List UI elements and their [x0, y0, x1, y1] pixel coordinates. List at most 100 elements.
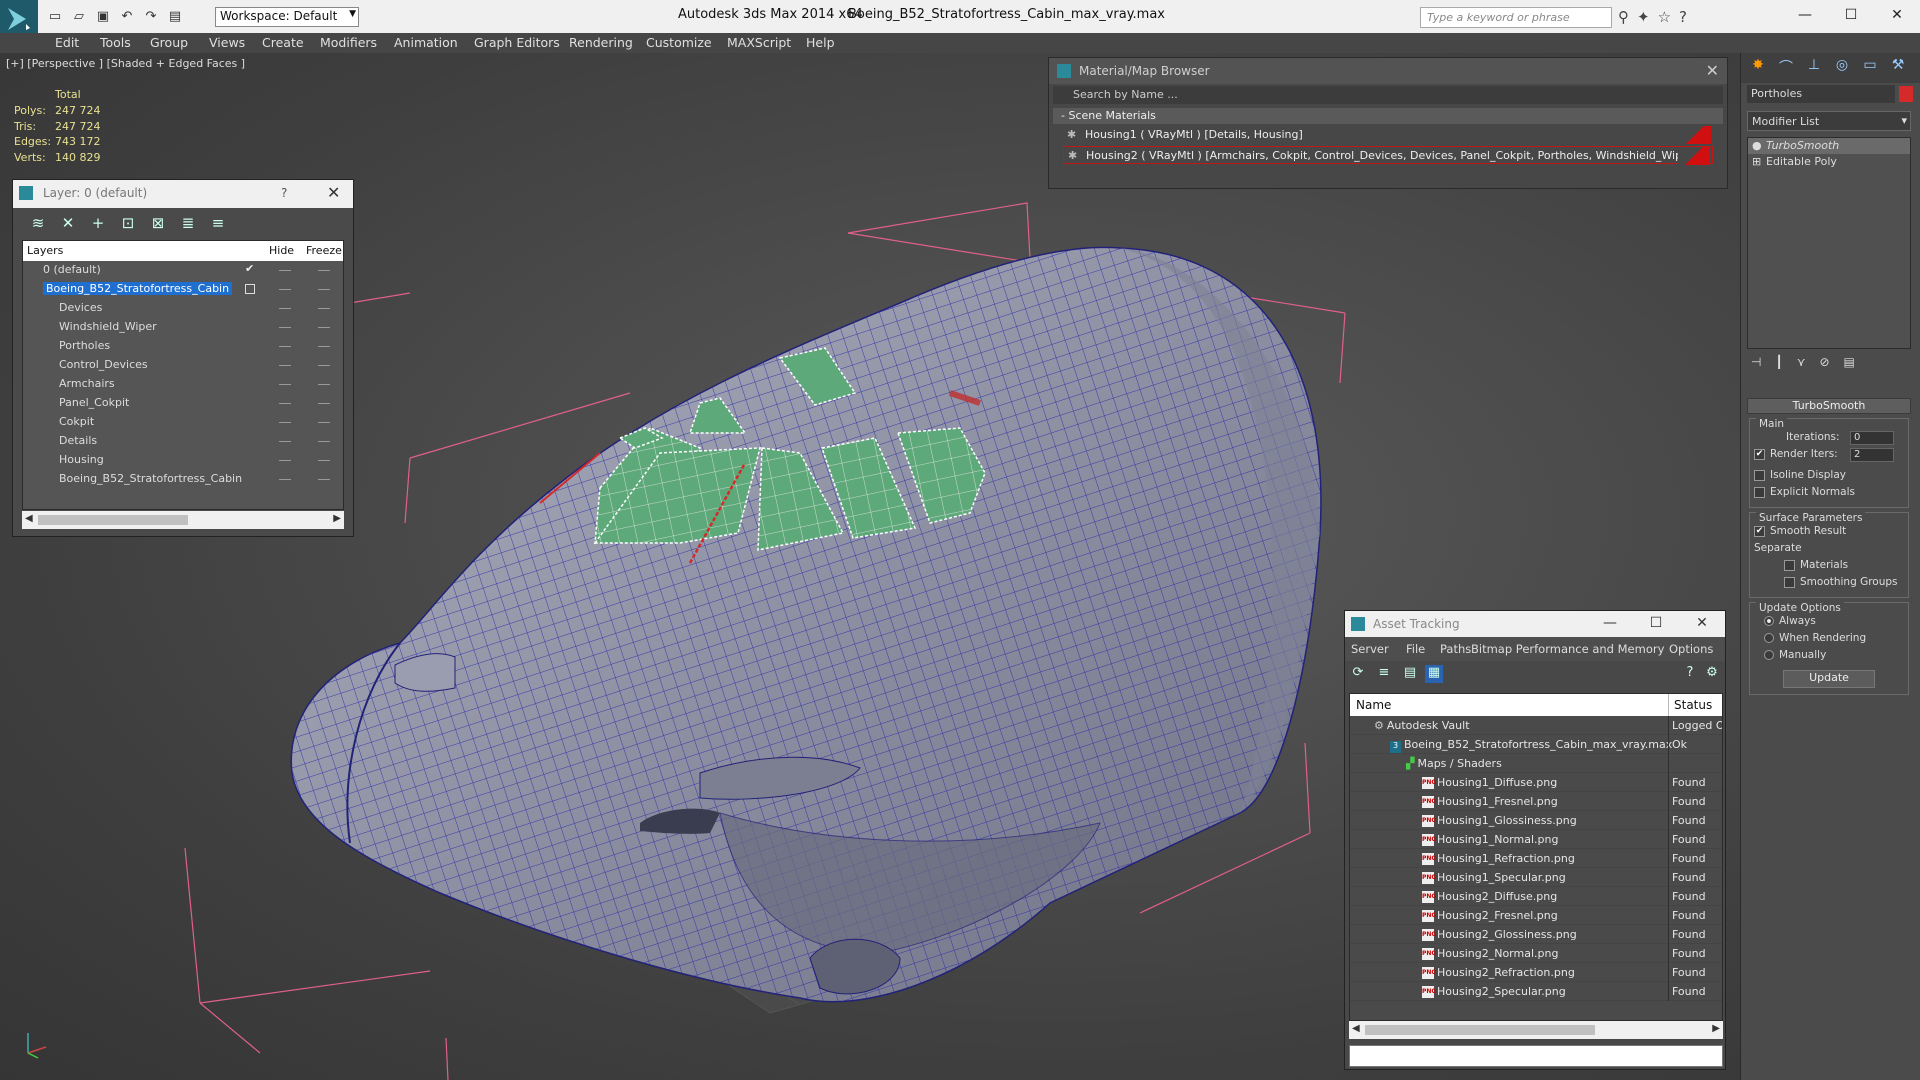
table-view-icon[interactable]: ▦: [1425, 665, 1443, 683]
col-freeze[interactable]: Freeze: [306, 244, 342, 257]
redo-icon[interactable]: ↷: [141, 6, 161, 26]
hide-toggle[interactable]: [279, 308, 291, 309]
menu-views[interactable]: Views: [209, 35, 245, 50]
freeze-toggle[interactable]: [318, 384, 330, 385]
menu-customize[interactable]: Customize: [646, 35, 712, 50]
freeze-toggle[interactable]: [318, 327, 330, 328]
utilities-tab-icon[interactable]: ⚒: [1887, 57, 1909, 79]
freeze-toggle[interactable]: [318, 270, 330, 271]
asset-row[interactable]: PNGHousing1_Glossiness.png Found: [1350, 811, 1722, 830]
asset-menu-file[interactable]: File: [1406, 642, 1425, 656]
layer-row[interactable]: Armchairs: [23, 375, 343, 394]
asset-horizontal-scrollbar[interactable]: ◀ ▶: [1349, 1021, 1723, 1039]
scroll-right-icon[interactable]: ▶: [333, 513, 341, 524]
col-name[interactable]: Name: [1356, 698, 1391, 712]
smoothing-groups-checkbox[interactable]: [1784, 576, 1795, 588]
current-layer-box-icon[interactable]: [245, 284, 255, 294]
modify-tab-icon[interactable]: ⌒: [1775, 57, 1797, 79]
menu-modifiers[interactable]: Modifiers: [320, 35, 377, 50]
modifier-list-dropdown[interactable]: Modifier List ▾: [1747, 111, 1911, 131]
col-layers[interactable]: Layers: [27, 244, 63, 257]
material-item[interactable]: ✱ Housing1 ( VRayMtl ) [Details, Housing…: [1063, 126, 1713, 144]
save-file-icon[interactable]: ▣: [93, 6, 113, 26]
explicit-normals-checkbox[interactable]: [1754, 486, 1765, 498]
hide-toggle[interactable]: [279, 270, 291, 271]
add-to-layer-icon[interactable]: +: [87, 214, 109, 234]
layer-row[interactable]: Panel_Cokpit: [23, 394, 343, 413]
layer-row[interactable]: Windshield_Wiper: [23, 318, 343, 337]
menu-help[interactable]: Help: [806, 35, 835, 50]
asset-row[interactable]: PNGHousing2_Specular.png Found: [1350, 982, 1722, 1001]
isoline-checkbox[interactable]: [1754, 469, 1765, 481]
asset-row[interactable]: PNGHousing1_Normal.png Found: [1350, 830, 1722, 849]
hide-toggle[interactable]: [279, 289, 291, 290]
layer-row[interactable]: Boeing_B52_Stratofortress_Cabin: [23, 280, 343, 299]
freeze-toggle[interactable]: [318, 308, 330, 309]
new-file-icon[interactable]: ▭: [45, 6, 65, 26]
always-radio[interactable]: [1764, 616, 1774, 626]
list-view-icon[interactable]: ≡: [1375, 665, 1393, 683]
hide-toggle[interactable]: [279, 365, 291, 366]
hide-toggle[interactable]: [279, 422, 291, 423]
asset-menu-server[interactable]: Server: [1351, 642, 1389, 656]
manually-radio[interactable]: [1764, 650, 1774, 660]
hide-toggle[interactable]: [279, 384, 291, 385]
rollout-title[interactable]: TurboSmooth: [1747, 398, 1911, 414]
delete-layer-icon[interactable]: ✕: [57, 214, 79, 234]
object-color-swatch[interactable]: [1899, 86, 1913, 102]
viewport-label[interactable]: [+] [Perspective ] [Shaded + Edged Faces…: [6, 57, 245, 70]
create-layer-icon[interactable]: ≋: [27, 214, 49, 234]
tree-view-icon[interactable]: ▤: [1401, 665, 1419, 683]
close-icon[interactable]: ✕: [1874, 0, 1920, 30]
hide-toggle[interactable]: [279, 346, 291, 347]
smooth-result-checkbox[interactable]: ✔: [1754, 525, 1765, 537]
layer-row[interactable]: Control_Devices: [23, 356, 343, 375]
material-item[interactable]: ✱ Housing2 ( VRayMtl ) [Armchairs, Cokpi…: [1063, 146, 1713, 165]
object-name-field[interactable]: Portholes: [1747, 85, 1895, 103]
asset-row[interactable]: PNGHousing2_Normal.png Found: [1350, 944, 1722, 963]
scroll-left-icon[interactable]: ◀: [1352, 1023, 1360, 1034]
infocenter-search-input[interactable]: Type a keyword or phrase: [1420, 7, 1612, 28]
asset-row[interactable]: PNGHousing2_Refraction.png Found: [1350, 963, 1722, 982]
display-tab-icon[interactable]: ▭: [1859, 57, 1881, 79]
undo-icon[interactable]: ↶: [117, 6, 137, 26]
freeze-toggle[interactable]: [318, 289, 330, 290]
asset-row[interactable]: PNGHousing2_Diffuse.png Found: [1350, 887, 1722, 906]
freeze-toggle[interactable]: [318, 403, 330, 404]
scrollbar-thumb[interactable]: [38, 515, 188, 525]
asset-row[interactable]: PNGHousing1_Fresnel.png Found: [1350, 792, 1722, 811]
asset-row[interactable]: ⚙ Autodesk Vault Logged O: [1350, 716, 1722, 735]
hide-toggle[interactable]: [279, 479, 291, 480]
minimize-icon[interactable]: —: [1782, 0, 1828, 30]
configure-sets-icon[interactable]: ▤: [1844, 355, 1855, 369]
remove-modifier-icon[interactable]: ⊘: [1819, 355, 1829, 369]
favorites-star-icon[interactable]: ☆: [1658, 8, 1671, 26]
render-iters-checkbox[interactable]: ✔: [1754, 448, 1765, 460]
select-objects-icon[interactable]: ⊡: [117, 214, 139, 234]
scene-materials-section[interactable]: - Scene Materials: [1053, 108, 1723, 124]
lightbulb-icon[interactable]: ●: [1752, 139, 1762, 152]
asset-row[interactable]: PNGHousing1_Refraction.png Found: [1350, 849, 1722, 868]
layer-row[interactable]: Housing: [23, 451, 343, 470]
scroll-left-icon[interactable]: ◀: [25, 513, 33, 524]
hide-toggle[interactable]: [279, 327, 291, 328]
close-icon[interactable]: ✕: [327, 183, 340, 202]
maximize-icon[interactable]: ☐: [1828, 0, 1874, 30]
menu-tools[interactable]: Tools: [100, 35, 131, 50]
asset-menu-bitmap[interactable]: Bitmap Performance and Memory: [1471, 642, 1664, 656]
refresh-icon[interactable]: ⟳: [1349, 665, 1367, 683]
freeze-toggle[interactable]: [318, 422, 330, 423]
layer-horizontal-scrollbar[interactable]: ◀ ▶: [22, 511, 344, 529]
menu-rendering[interactable]: Rendering: [569, 35, 633, 50]
freeze-toggle[interactable]: [318, 460, 330, 461]
help-icon[interactable]: ?: [281, 186, 287, 200]
close-icon[interactable]: ✕: [1706, 61, 1719, 80]
material-browser-titlebar[interactable]: Material/Map Browser ✕: [1049, 58, 1727, 84]
freeze-toggle[interactable]: [318, 441, 330, 442]
materials-checkbox[interactable]: [1784, 559, 1795, 571]
hide-toggle[interactable]: [279, 460, 291, 461]
iterations-spinner[interactable]: 0: [1850, 431, 1894, 445]
asset-menu-options[interactable]: Options: [1669, 642, 1713, 656]
help-icon[interactable]: ?: [1681, 665, 1699, 683]
hide-all-icon[interactable]: ≣: [177, 214, 199, 234]
